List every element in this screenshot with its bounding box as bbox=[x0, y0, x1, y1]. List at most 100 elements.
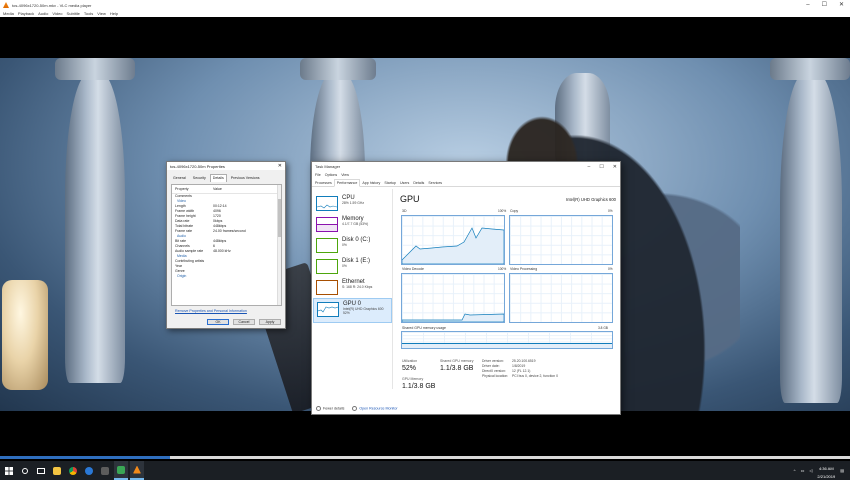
utilization-label: Utilization bbox=[402, 359, 418, 363]
minimize-button[interactable]: – bbox=[588, 164, 591, 170]
menu-audio[interactable]: Audio bbox=[38, 11, 48, 16]
engine-label-video-processing[interactable]: Video Processing bbox=[510, 267, 537, 271]
resource-gpu-0[interactable]: GPU 0 Intel(R) UHD Graphics 600 52% bbox=[313, 298, 392, 323]
windows-start-button[interactable] bbox=[2, 461, 16, 480]
resource-cpu[interactable]: CPU 28% 1.59 GHz bbox=[313, 193, 392, 214]
open-resource-monitor-label: Open Resource Monitor bbox=[359, 406, 398, 411]
apply-button[interactable]: Apply bbox=[259, 319, 281, 325]
remove-properties-link[interactable]: Remove Properties and Personal Informati… bbox=[175, 309, 247, 313]
store-button[interactable] bbox=[98, 461, 112, 480]
minimize-button[interactable]: – bbox=[806, 0, 809, 10]
ok-button[interactable]: OK bbox=[207, 319, 229, 325]
menu-options[interactable]: Options bbox=[325, 173, 337, 177]
fewer-details-button[interactable]: Fewer details bbox=[316, 406, 344, 411]
clock[interactable]: 4:36 AM 2/21/2019 bbox=[817, 463, 835, 479]
menu-playback[interactable]: Playback bbox=[18, 11, 34, 16]
engine-label-3d[interactable]: 3D bbox=[402, 209, 406, 213]
open-resource-monitor-link[interactable]: Open Resource Monitor bbox=[352, 406, 398, 411]
tab-previous-versions[interactable]: Previous Versions bbox=[228, 174, 263, 182]
tray-chevron-icon[interactable]: ^ bbox=[794, 468, 796, 473]
seek-progress bbox=[0, 456, 170, 459]
shared-gpu-memory-value: 1.1/3.8 GB bbox=[440, 365, 474, 372]
chrome-button[interactable] bbox=[66, 461, 80, 480]
column-property[interactable]: Property bbox=[175, 187, 213, 191]
shared-memory-max: 3.8 GB bbox=[598, 326, 608, 330]
menu-file[interactable]: File bbox=[315, 173, 321, 177]
tab-security[interactable]: Security bbox=[190, 174, 209, 182]
vlc-titlebar[interactable]: tos-4096x1720-50m.mkv - VLC media player… bbox=[0, 0, 850, 10]
cancel-button[interactable]: Cancel bbox=[233, 319, 255, 325]
close-button[interactable]: ✕ bbox=[839, 0, 844, 10]
disk-1-graph-thumbnail bbox=[316, 259, 338, 274]
engine-label-copy[interactable]: Copy bbox=[510, 209, 518, 213]
details-property: Origin bbox=[177, 274, 187, 278]
tab-processes[interactable]: Processes bbox=[313, 180, 334, 186]
baluster-cap bbox=[55, 58, 135, 80]
task-manager-titlebar[interactable]: Task Manager – ☐ ✕ bbox=[312, 162, 620, 171]
edge-button[interactable] bbox=[82, 461, 96, 480]
task-manager-window: Task Manager – ☐ ✕ File Options View Pro… bbox=[311, 161, 621, 415]
engine-label-video-decode[interactable]: Video Decode bbox=[402, 267, 424, 271]
task-manager-taskbar-button[interactable] bbox=[114, 461, 128, 480]
menu-tools[interactable]: Tools bbox=[84, 11, 93, 16]
maximize-button[interactable]: ☐ bbox=[599, 164, 603, 170]
task-manager-title: Task Manager bbox=[315, 164, 341, 169]
tab-users[interactable]: Users bbox=[398, 180, 411, 186]
search-button[interactable] bbox=[18, 461, 32, 480]
menu-view[interactable]: View bbox=[341, 173, 349, 177]
chevron-up-icon bbox=[316, 406, 321, 411]
resource-disk-0[interactable]: Disk 0 (C:) 0% bbox=[313, 235, 392, 256]
maximize-button[interactable]: ☐ bbox=[822, 0, 827, 10]
lamp bbox=[2, 280, 48, 390]
close-icon[interactable]: ✕ bbox=[278, 163, 282, 169]
menu-view[interactable]: View bbox=[97, 11, 106, 16]
resource-detail: 4.1/7.7 GB (53%) bbox=[342, 222, 369, 226]
clock-time: 4:36 AM bbox=[818, 465, 834, 471]
gpu-memory-label: GPU Memory bbox=[402, 377, 424, 381]
details-list[interactable]: Property Value Comments Video Length 00:12:… bbox=[171, 184, 282, 306]
resource-list: CPU 28% 1.59 GHz Memory 4.1/7.7 GB (53%)… bbox=[313, 189, 393, 389]
system-tray: ^ ▭ ◁ 4:36 AM 2/21/2019 ▤ bbox=[794, 463, 850, 479]
task-view-button[interactable] bbox=[34, 461, 48, 480]
shared-gpu-memory-label: Shared GPU memory bbox=[440, 359, 474, 363]
utilization-value: 52% bbox=[402, 365, 417, 372]
resource-disk-1[interactable]: Disk 1 (E:) 0% bbox=[313, 256, 392, 277]
tab-details[interactable]: Details bbox=[411, 180, 426, 186]
resource-detail: 0% bbox=[342, 264, 347, 268]
tab-details[interactable]: Details bbox=[209, 174, 227, 182]
properties-titlebar[interactable]: tos-4096x1720-50m Properties ✕ bbox=[167, 162, 285, 170]
menu-help[interactable]: Help bbox=[110, 11, 118, 16]
network-icon[interactable]: ▭ bbox=[801, 468, 805, 473]
properties-tabs: General Security Details Previous Versio… bbox=[167, 170, 285, 182]
details-section-header[interactable]: Origin bbox=[172, 274, 281, 279]
task-view-icon bbox=[37, 467, 45, 474]
engine-graph-3d bbox=[401, 215, 505, 265]
resource-memory[interactable]: Memory 4.1/7.7 GB (53%) bbox=[313, 214, 392, 235]
vlc-taskbar-button[interactable] bbox=[130, 461, 144, 480]
gpu-memory-value: 1.1/3.8 GB bbox=[402, 383, 436, 390]
windows-logo-icon bbox=[5, 466, 13, 475]
column-value[interactable]: Value bbox=[213, 187, 222, 191]
scroll-thumb[interactable] bbox=[278, 199, 281, 237]
details-scrollbar[interactable] bbox=[277, 185, 281, 305]
engine-graph-video-decode bbox=[401, 273, 505, 323]
tab-services[interactable]: Services bbox=[426, 180, 444, 186]
fewer-details-label: Fewer details bbox=[323, 406, 345, 411]
volume-icon[interactable]: ◁ bbox=[809, 468, 812, 473]
vlc-menubar: Media Playback Audio Video Subtitle Tool… bbox=[0, 10, 850, 17]
tab-performance[interactable]: Performance bbox=[333, 179, 361, 187]
close-button[interactable]: ✕ bbox=[613, 164, 617, 170]
tab-startup[interactable]: Startup bbox=[382, 180, 398, 186]
resource-ethernet[interactable]: Ethernet S: 168 R: 24.0 Kbps bbox=[313, 277, 392, 298]
tab-general[interactable]: General bbox=[170, 174, 189, 182]
resource-detail: 28% 1.59 GHz bbox=[342, 201, 365, 205]
menu-subtitle[interactable]: Subtitle bbox=[67, 11, 80, 16]
menu-media[interactable]: Media bbox=[3, 11, 14, 16]
tab-app-history[interactable]: App history bbox=[360, 180, 382, 186]
menu-video[interactable]: Video bbox=[52, 11, 62, 16]
baluster-cap bbox=[770, 58, 850, 80]
seek-bar[interactable] bbox=[0, 456, 850, 459]
engine-pct-3d: 100% bbox=[498, 209, 507, 213]
file-explorer-button[interactable] bbox=[50, 461, 64, 480]
notification-icon[interactable]: ▤ bbox=[840, 468, 844, 473]
